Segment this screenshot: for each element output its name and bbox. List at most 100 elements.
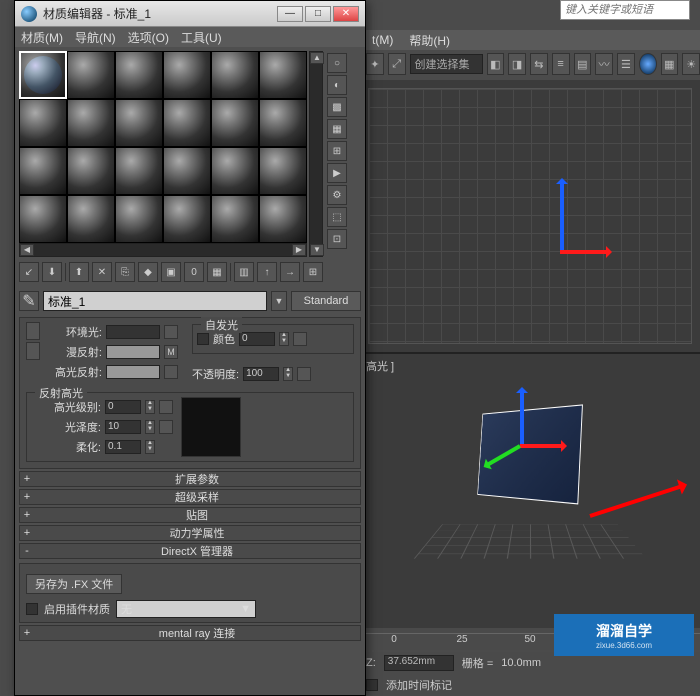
- specular-swatch[interactable]: [106, 365, 160, 379]
- sample-slot[interactable]: [259, 99, 307, 147]
- spinner-buttons[interactable]: ▲▼: [145, 440, 155, 454]
- background-icon[interactable]: ▩: [327, 97, 347, 117]
- menu-help[interactable]: 帮助(H): [409, 32, 450, 49]
- render-setup-icon[interactable]: ▦: [661, 53, 679, 75]
- sample-slot[interactable]: [211, 99, 259, 147]
- material-name-input[interactable]: [43, 291, 267, 311]
- ambient-map-button[interactable]: [164, 325, 178, 339]
- sample-slot[interactable]: [67, 51, 115, 99]
- assign-to-sel-icon[interactable]: ⬆: [69, 262, 89, 282]
- sample-slot[interactable]: [259, 147, 307, 195]
- viewport-area[interactable]: 高光 ]: [360, 80, 700, 628]
- sample-slot[interactable]: [163, 99, 211, 147]
- gizmo-z-axis[interactable]: [520, 389, 524, 444]
- spec-level-map-button[interactable]: [159, 400, 173, 414]
- diffuse-lock-icon[interactable]: [26, 342, 40, 360]
- put-to-lib-icon[interactable]: ▣: [161, 262, 181, 282]
- rollout-directx[interactable]: -DirectX 管理器: [19, 543, 361, 559]
- sample-slot[interactable]: [259, 51, 307, 99]
- diffuse-map-button[interactable]: M: [164, 345, 178, 359]
- selfillum-spinner[interactable]: 0: [239, 332, 275, 346]
- sample-slot[interactable]: [211, 195, 259, 243]
- selfillum-map-button[interactable]: [293, 332, 307, 346]
- sample-slot[interactable]: [67, 147, 115, 195]
- menu-options[interactable]: 选项(O): [128, 29, 169, 46]
- keyword-search-input[interactable]: [560, 0, 690, 20]
- add-timetag-label[interactable]: 添加时间标记: [386, 677, 452, 693]
- diffuse-swatch[interactable]: [106, 345, 160, 359]
- rollout-extended[interactable]: +扩展参数: [19, 471, 361, 487]
- sample-slot[interactable]: [115, 147, 163, 195]
- go-forward-icon[interactable]: →: [280, 262, 300, 282]
- spinner-buttons[interactable]: ▲▼: [279, 332, 289, 346]
- plugin-material-dropdown[interactable]: 无▼: [116, 600, 256, 618]
- sample-slot-selected[interactable]: [19, 51, 67, 99]
- sample-slot[interactable]: [163, 147, 211, 195]
- go-parent-icon[interactable]: ↑: [257, 262, 277, 282]
- maximize-button[interactable]: □: [305, 6, 331, 22]
- sample-slot[interactable]: [211, 147, 259, 195]
- titlebar[interactable]: 材质编辑器 - 标准_1 — □ ✕: [15, 1, 365, 27]
- sample-slot[interactable]: [19, 99, 67, 147]
- slot-v-scrollbar[interactable]: ▲▼: [309, 51, 323, 257]
- enable-plugin-checkbox[interactable]: [26, 603, 38, 615]
- selfillum-color-checkbox[interactable]: [197, 333, 209, 345]
- schematic-icon[interactable]: ☰: [617, 53, 635, 75]
- sample-slot[interactable]: [115, 51, 163, 99]
- sample-slot[interactable]: [115, 99, 163, 147]
- rollout-mentalray[interactable]: +mental ray 连接: [19, 625, 361, 641]
- close-button[interactable]: ✕: [333, 6, 359, 22]
- plane-object[interactable]: [477, 404, 583, 504]
- sample-slot[interactable]: [19, 195, 67, 243]
- menu-navigation[interactable]: 导航(N): [75, 29, 116, 46]
- sample-type-icon[interactable]: ○: [327, 53, 347, 73]
- rollout-dynamics[interactable]: +动力学属性: [19, 525, 361, 541]
- ambient-swatch[interactable]: [106, 325, 160, 339]
- reset-map-icon[interactable]: ✕: [92, 262, 112, 282]
- get-material-icon[interactable]: ↙: [19, 262, 39, 282]
- make-copy-icon[interactable]: ⎘: [115, 262, 135, 282]
- show-end-icon[interactable]: ▥: [234, 262, 254, 282]
- opacity-map-button[interactable]: [297, 367, 311, 381]
- minimize-button[interactable]: —: [277, 6, 303, 22]
- menu-material[interactable]: 材质(M): [21, 29, 63, 46]
- show-map-icon[interactable]: ▦: [207, 262, 227, 282]
- rollout-maps[interactable]: +贴图: [19, 507, 361, 523]
- viewport-perspective[interactable]: 高光 ]: [360, 354, 700, 628]
- make-unique-icon[interactable]: ◆: [138, 262, 158, 282]
- soften-spinner[interactable]: 0.1: [105, 440, 141, 454]
- gizmo-x-axis[interactable]: [520, 444, 565, 448]
- pick-material-icon[interactable]: ✎: [19, 291, 39, 311]
- select-by-mtl-icon[interactable]: ⬚: [327, 207, 347, 227]
- mtl-id-icon[interactable]: 0: [184, 262, 204, 282]
- sample-slot[interactable]: [259, 195, 307, 243]
- spinner-buttons[interactable]: ▲▼: [145, 420, 155, 434]
- selection-set-dropdown[interactable]: 创建选择集: [410, 54, 483, 74]
- options-icon[interactable]: ⚙: [327, 185, 347, 205]
- z-value-input[interactable]: 37.652mm: [384, 655, 454, 671]
- preview-icon[interactable]: ▶: [327, 163, 347, 183]
- menu-utilities[interactable]: 工具(U): [181, 29, 222, 46]
- curve-editor-icon[interactable]: 〰: [595, 53, 613, 75]
- uv-tile-icon[interactable]: ▦: [327, 119, 347, 139]
- gloss-map-button[interactable]: [159, 420, 173, 434]
- backlight-icon[interactable]: ◐: [327, 75, 347, 95]
- spinner-buttons[interactable]: ▲▼: [145, 400, 155, 414]
- video-check-icon[interactable]: ⊞: [327, 141, 347, 161]
- mtl-map-nav-icon[interactable]: ⊡: [327, 229, 347, 249]
- menu-t[interactable]: t(M): [372, 33, 393, 47]
- put-to-scene-icon[interactable]: ⬇: [42, 262, 62, 282]
- opacity-spinner[interactable]: 100: [243, 367, 279, 381]
- tool-icon[interactable]: ✦: [366, 53, 384, 75]
- sample-slot[interactable]: [67, 195, 115, 243]
- timetag-checkbox[interactable]: [366, 679, 378, 691]
- render-icon[interactable]: ☀: [682, 53, 700, 75]
- save-fx-button[interactable]: 另存为 .FX 文件: [26, 574, 122, 594]
- tool-icon[interactable]: ◧: [487, 53, 505, 75]
- sample-slot[interactable]: [163, 195, 211, 243]
- sample-slots-icon[interactable]: ⊞: [303, 262, 323, 282]
- layers-icon[interactable]: ▤: [574, 53, 592, 75]
- tool-icon[interactable]: ⤢: [388, 53, 406, 75]
- spinner-buttons[interactable]: ▲▼: [283, 367, 293, 381]
- sample-slot[interactable]: [163, 51, 211, 99]
